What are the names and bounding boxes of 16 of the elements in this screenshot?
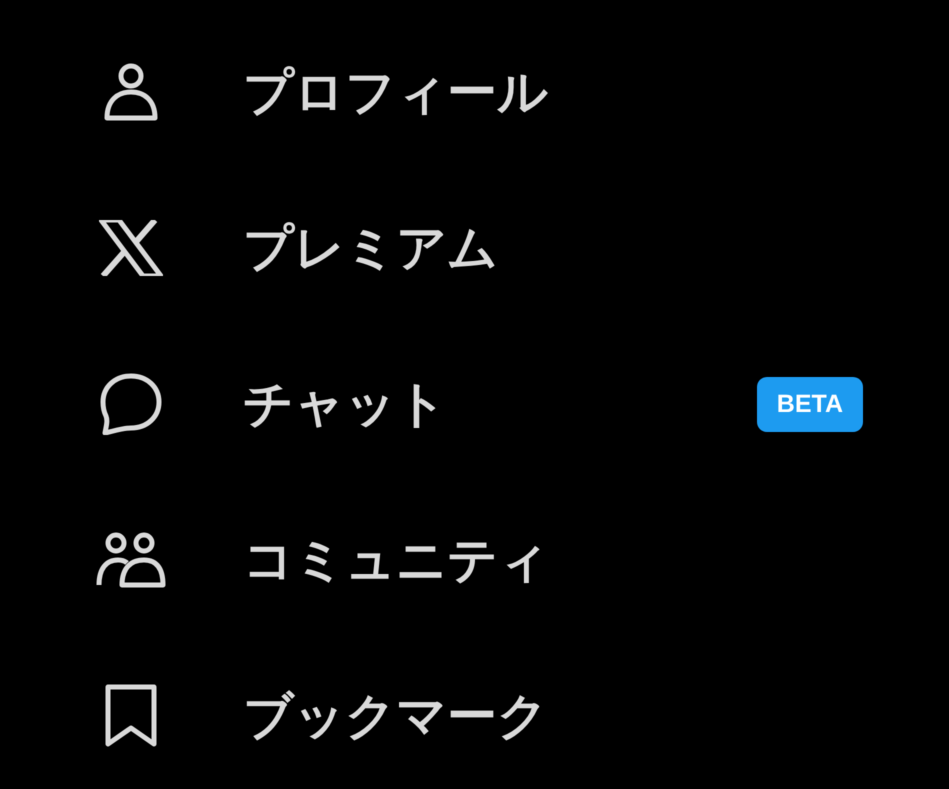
x-mark-icon: [99, 220, 163, 276]
menu-item[interactable]: プレミアム: [0, 170, 949, 326]
menu-label: プレミアム: [243, 218, 499, 278]
chat-bubble-icon: [100, 373, 162, 435]
bookmark-icon: [105, 684, 157, 748]
menu-item[interactable]: コミュニティ: [0, 482, 949, 638]
beta-badge: BETA: [756, 376, 863, 432]
menu-item[interactable]: チャット BETA: [0, 326, 949, 482]
menu-label: プロフィール: [243, 62, 549, 122]
menu-label: チャット: [243, 374, 448, 434]
menu-label: ブックマーク: [243, 686, 549, 746]
menu-label: コミュニティ: [243, 530, 550, 590]
people-icon: [96, 532, 166, 588]
menu-item[interactable]: ブックマーク: [0, 638, 949, 789]
person-icon: [104, 62, 158, 122]
menu-item[interactable]: プロフィール: [0, 14, 949, 170]
